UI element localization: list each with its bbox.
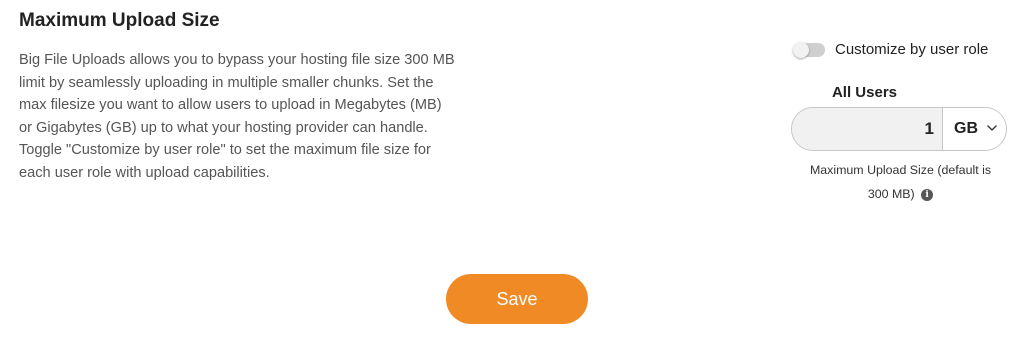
info-icon[interactable]: i: [921, 189, 934, 201]
chevron-down-icon: [987, 124, 997, 132]
size-unit-select[interactable]: GB: [942, 108, 1006, 150]
description-line: each user role with upload capabilities.: [19, 164, 270, 181]
description-line: max filesize you want to allow users to …: [19, 97, 442, 114]
customize-by-role-toggle-row[interactable]: Customize by user role: [793, 41, 989, 58]
max-upload-size-field: GB: [791, 107, 1007, 151]
description-line: or Gigabytes (GB) up to what your hostin…: [19, 119, 428, 136]
max-upload-size-input[interactable]: [792, 108, 942, 150]
all-users-label: All Users: [831, 84, 898, 101]
help-text-line: Maximum Upload Size (default is: [809, 163, 992, 177]
help-text-line: 300 MB): [867, 187, 915, 201]
section-description: Big File Uploads allows you to bypass yo…: [19, 49, 519, 185]
section-title: Maximum Upload Size: [19, 10, 220, 31]
description-line: limit by seamlessly uploading in multipl…: [19, 74, 434, 91]
description-line: Toggle "Customize by user role" to set t…: [19, 142, 431, 159]
max-upload-size-help: Maximum Upload Size (default is 300 MB) …: [793, 158, 1008, 206]
description-line: Big File Uploads allows you to bypass yo…: [19, 52, 455, 68]
customize-by-role-toggle[interactable]: [793, 41, 825, 58]
save-button[interactable]: Save: [446, 274, 588, 324]
toggle-knob: [793, 41, 809, 58]
customize-by-role-label: Customize by user role: [835, 41, 989, 58]
size-unit-value: GB: [954, 120, 978, 137]
